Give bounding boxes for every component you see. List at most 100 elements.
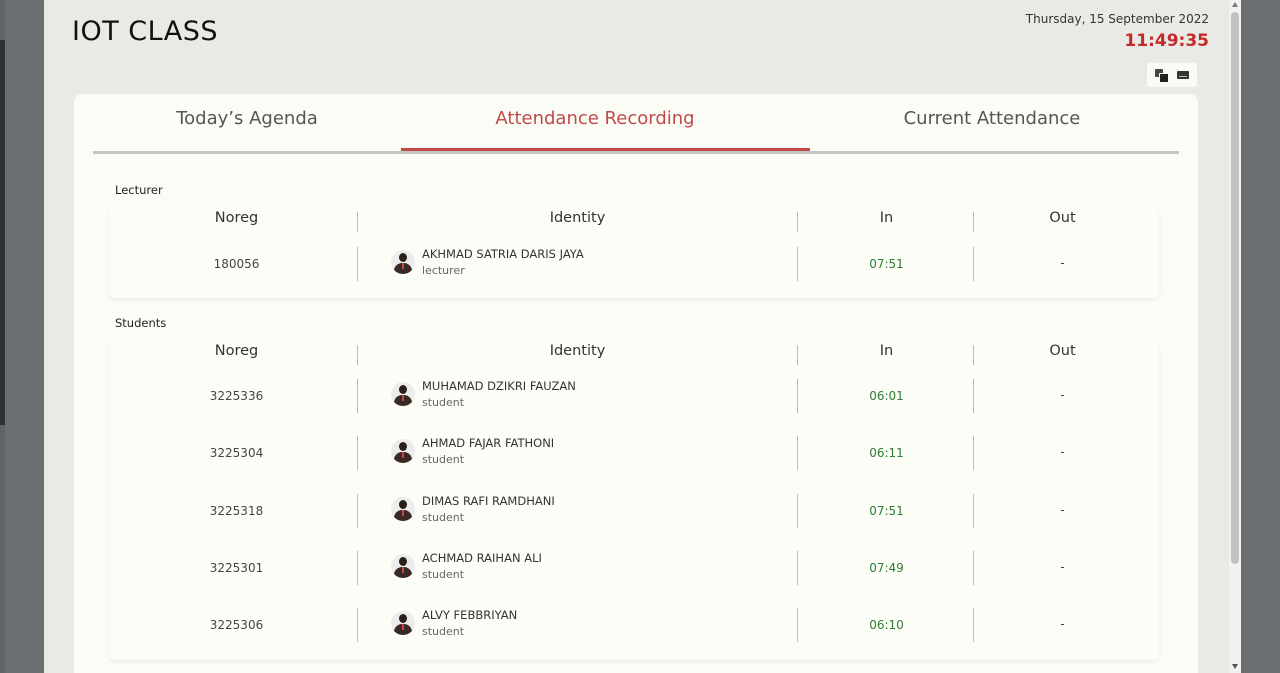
desktop-right-edge: [1241, 0, 1280, 673]
person-role: student: [422, 625, 465, 638]
col-noreg-header: Noreg: [214, 343, 259, 359]
identity-cell: ALVY FEBBRIYAN student: [391, 607, 791, 643]
attendance-card: Today’s Agenda Attendance Recording Curr…: [74, 94, 1198, 673]
table-row: 3225336 MUHAMAD DZIKRI FAUZAN student 06:01…: [109, 377, 1159, 417]
divider: [973, 608, 974, 642]
active-tab-indicator: [401, 148, 810, 151]
divider: [797, 550, 798, 585]
col-noreg-header: Noreg: [214, 210, 259, 226]
divider: [797, 436, 798, 471]
divider: [797, 212, 798, 232]
out-time-cell: -: [1060, 445, 1065, 460]
divider: [973, 493, 974, 528]
divider: [797, 608, 798, 642]
divider: [973, 379, 974, 413]
out-time-cell: -: [1060, 256, 1065, 270]
divider: [357, 550, 358, 585]
identity-cell: AHMAD FAJAR FATHONI student: [391, 435, 791, 471]
out-time-cell: -: [1060, 559, 1065, 574]
avatar-icon: [391, 250, 415, 274]
in-time-cell: 07:49: [869, 560, 904, 575]
divider: [797, 493, 798, 528]
desktop-left-edge: [0, 0, 44, 673]
left-dark-band: [0, 40, 5, 425]
identity-cell: MUHAMAD DZIKRI FAUZAN student: [391, 378, 791, 414]
col-identity-header: Identity: [549, 343, 606, 359]
noreg-cell: 3225304: [209, 446, 264, 461]
students-table-header: Noreg Identity In Out: [109, 340, 1159, 366]
noreg-cell: 3225306: [209, 618, 264, 632]
out-time-cell: -: [1060, 388, 1065, 402]
avatar-icon: [391, 496, 415, 521]
out-time-cell: -: [1060, 617, 1065, 631]
divider: [797, 247, 798, 281]
current-date: Thursday, 15 September 2022: [1025, 12, 1209, 26]
scrollbar-thumb[interactable]: [1231, 12, 1239, 564]
avatar-icon: [391, 439, 415, 464]
divider: [797, 379, 798, 413]
divider: [357, 436, 358, 471]
students-section-label: Students: [115, 316, 167, 330]
page-title: IOT CLASS: [72, 16, 219, 47]
in-time-cell: 06:10: [869, 618, 904, 632]
in-time-cell: 06:01: [869, 389, 904, 403]
noreg-cell: 3225318: [209, 503, 264, 518]
avatar-icon: [391, 553, 415, 578]
divider: [973, 247, 974, 281]
in-time-cell: 06:11: [869, 446, 904, 461]
avatar-icon: [391, 382, 415, 406]
divider: [797, 345, 798, 365]
scroll-up-arrow-icon[interactable]: [1232, 2, 1238, 7]
person-name: DIMAS RAFI RAMDHANI: [422, 493, 555, 508]
person-role: student: [422, 453, 465, 467]
divider: [973, 212, 974, 232]
toolbar-icons: [1147, 63, 1197, 87]
divider: [973, 550, 974, 585]
col-out-header: Out: [1049, 210, 1076, 226]
person-role: student: [422, 396, 465, 409]
divider: [973, 436, 974, 471]
avatar-icon: [391, 611, 415, 635]
table-row: 3225306 ALVY FEBBRIYAN student 06:10 -: [109, 606, 1159, 646]
tab-attendance-recording[interactable]: Attendance Recording: [441, 108, 749, 129]
tab-current-attendance[interactable]: Current Attendance: [838, 108, 1146, 129]
divider: [973, 345, 974, 365]
table-row: 3225301 ACHMAD RAIHAN ALI student 07:49 -: [109, 549, 1159, 589]
person-role: student: [422, 567, 465, 581]
person-name: AKHMAD SATRIA DARIS JAYA: [422, 247, 584, 261]
in-time-cell: 07:51: [869, 503, 904, 518]
tab-todays-agenda[interactable]: Today’s Agenda: [93, 108, 401, 129]
current-clock: 11:49:35: [1124, 31, 1209, 51]
person-name: AHMAD FAJAR FATHONI: [422, 436, 555, 451]
col-in-header: In: [879, 210, 894, 226]
divider: [357, 247, 358, 281]
out-time-cell: -: [1060, 502, 1065, 517]
divider: [357, 212, 358, 232]
identity-cell: AKHMAD SATRIA DARIS JAYA lecturer: [391, 246, 791, 282]
tab-bar: Today’s Agenda Attendance Recording Curr…: [93, 94, 1179, 154]
identity-cell: DIMAS RAFI RAMDHANI student: [391, 493, 791, 529]
table-row: 180056 AKHMAD SATRIA DARIS JAYA lecturer…: [109, 245, 1159, 285]
lecturer-table-header: Noreg Identity In Out: [109, 207, 1159, 233]
col-in-header: In: [879, 343, 894, 359]
divider: [357, 345, 358, 365]
lecturer-section-label: Lecturer: [115, 183, 163, 197]
table-row: 3225318 DIMAS RAFI RAMDHANI student 07:51 -: [109, 492, 1159, 532]
scroll-down-arrow-icon[interactable]: [1232, 664, 1238, 669]
keyboard-icon[interactable]: [1177, 69, 1189, 81]
noreg-cell: 3225336: [209, 389, 264, 403]
noreg-cell: 180056: [213, 257, 260, 271]
person-name: MUHAMAD DZIKRI FAUZAN: [422, 379, 576, 393]
divider: [357, 379, 358, 413]
app-window: IOT CLASS Thursday, 15 September 2022 11…: [44, 0, 1229, 673]
vertical-scrollbar[interactable]: [1229, 0, 1241, 673]
noreg-cell: 3225301: [209, 560, 264, 575]
divider: [357, 608, 358, 642]
copy-icon[interactable]: [1155, 69, 1169, 83]
person-role: lecturer: [422, 264, 465, 277]
identity-cell: ACHMAD RAIHAN ALI student: [391, 550, 791, 586]
divider: [357, 493, 358, 528]
person-role: student: [422, 510, 465, 524]
left-strip: [5, 0, 44, 673]
lecturer-table: Noreg Identity In Out 180056 AKHMAD SATR…: [109, 207, 1159, 298]
